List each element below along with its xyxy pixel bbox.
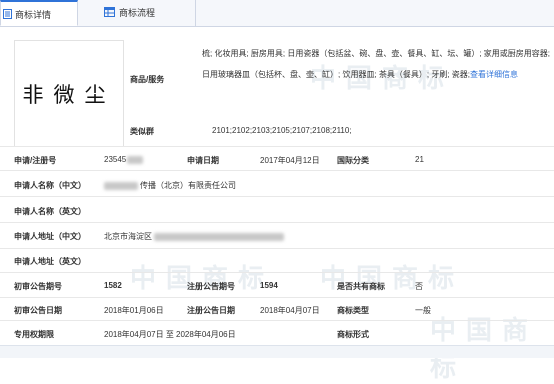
applicant-en-label: 申请人名称（英文） xyxy=(14,207,86,216)
address-cn-label: 申请人地址（中文） xyxy=(14,232,86,241)
tab-bar: 商标详情 商标流程 xyxy=(0,0,554,27)
divider xyxy=(0,248,554,249)
similar-group-value: 2101;2102;2103;2105;2107;2108;2110; xyxy=(212,126,352,135)
intl-class-label: 国际分类 xyxy=(337,156,369,165)
reg-no-value: 23545 xyxy=(104,155,144,164)
divider xyxy=(0,146,554,147)
address-en-label: 申请人地址（英文） xyxy=(14,257,86,266)
exclusive-period-value: 2018年04月07日 至 2028年04月06日 xyxy=(104,330,236,339)
reg-pub-no-label: 注册公告期号 xyxy=(187,282,235,291)
tab-label: 商标详情 xyxy=(15,10,52,20)
divider xyxy=(0,272,554,273)
shared-value: 否 xyxy=(415,282,423,291)
document-icon xyxy=(3,3,12,29)
trademark-logo-text: 非微尘 xyxy=(22,83,116,107)
tab-label: 商标流程 xyxy=(119,8,156,18)
prelim-no-value: 1582 xyxy=(104,281,122,290)
apply-date-value: 2017年04月12日 xyxy=(260,156,320,165)
divider xyxy=(0,297,554,298)
mark-type-value: 一般 xyxy=(415,306,431,315)
tab-trademark-detail[interactable]: 商标详情 xyxy=(0,0,78,26)
divider xyxy=(0,196,554,197)
reg-pub-date-value: 2018年04月07日 xyxy=(260,306,320,315)
mark-type-label: 商标类型 xyxy=(337,306,369,315)
horizontal-scrollbar[interactable] xyxy=(0,345,554,358)
view-details-link[interactable]: 查看详细信息 xyxy=(470,70,518,79)
exclusive-period-label: 专用权期限 xyxy=(14,330,54,339)
prelim-no-label: 初审公告期号 xyxy=(14,282,62,291)
divider xyxy=(0,320,554,321)
mark-form-label: 商标形式 xyxy=(337,330,369,339)
reg-pub-no-value: 1594 xyxy=(260,281,278,290)
goods-list: 梳; 化妆用具; 厨房用具; 日用瓷器（包括盆、碗、盘、壶、餐具、缸、坛、罐）;… xyxy=(202,43,552,85)
goods-label: 商品/服务 xyxy=(130,75,165,84)
similar-group-label: 类似群 xyxy=(130,127,154,136)
table-icon xyxy=(104,1,115,27)
apply-date-label: 申请日期 xyxy=(187,156,219,165)
reg-no-label: 申请/注册号 xyxy=(14,156,57,165)
reg-pub-date-label: 注册公告日期 xyxy=(187,306,235,315)
trademark-image: 非微尘 xyxy=(14,40,124,147)
address-cn-value: 北京市海淀区 xyxy=(104,231,284,242)
applicant-cn-label: 申请人名称（中文） xyxy=(14,181,86,190)
applicant-cn-value: 传播（北京）有限责任公司 xyxy=(104,180,236,191)
prelim-date-label: 初审公告日期 xyxy=(14,306,62,315)
shared-label: 是否共有商标 xyxy=(337,282,385,291)
tab-trademark-process[interactable]: 商标流程 xyxy=(78,0,196,26)
divider xyxy=(0,222,554,223)
divider xyxy=(0,170,554,171)
intl-class-value: 21 xyxy=(415,155,424,164)
prelim-date-value: 2018年01月06日 xyxy=(104,306,164,315)
